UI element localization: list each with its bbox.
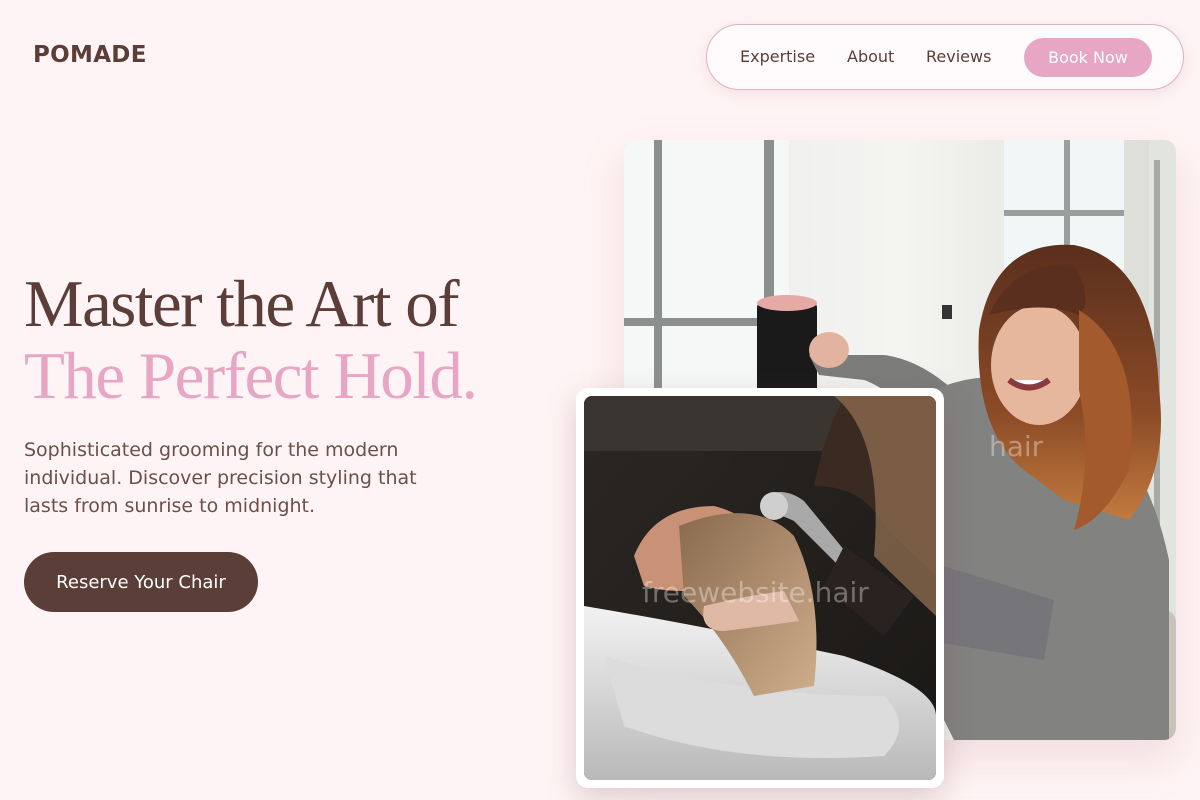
nav-link-about[interactable]: About xyxy=(847,25,894,89)
nav-link-expertise[interactable]: Expertise xyxy=(740,25,815,89)
hero-title-line2: The Perfect Hold. xyxy=(24,339,478,413)
hero-title-line1: Master the Art of xyxy=(24,267,460,341)
hair-wash-photo-card: freewebsite.hair xyxy=(576,388,944,788)
reserve-chair-button[interactable]: Reserve Your Chair xyxy=(24,552,258,612)
hero-title: Master the Art of The Perfect Hold. xyxy=(24,267,478,413)
brand-logo[interactable]: POMADE xyxy=(33,42,147,68)
main-nav: Expertise About Reviews Book Now xyxy=(706,24,1184,90)
nav-link-reviews[interactable]: Reviews xyxy=(926,25,991,89)
book-now-button[interactable]: Book Now xyxy=(1024,38,1152,77)
hair-wash-photo: freewebsite.hair xyxy=(584,396,936,780)
hero-subtitle: Sophisticated grooming for the modern in… xyxy=(24,439,417,517)
